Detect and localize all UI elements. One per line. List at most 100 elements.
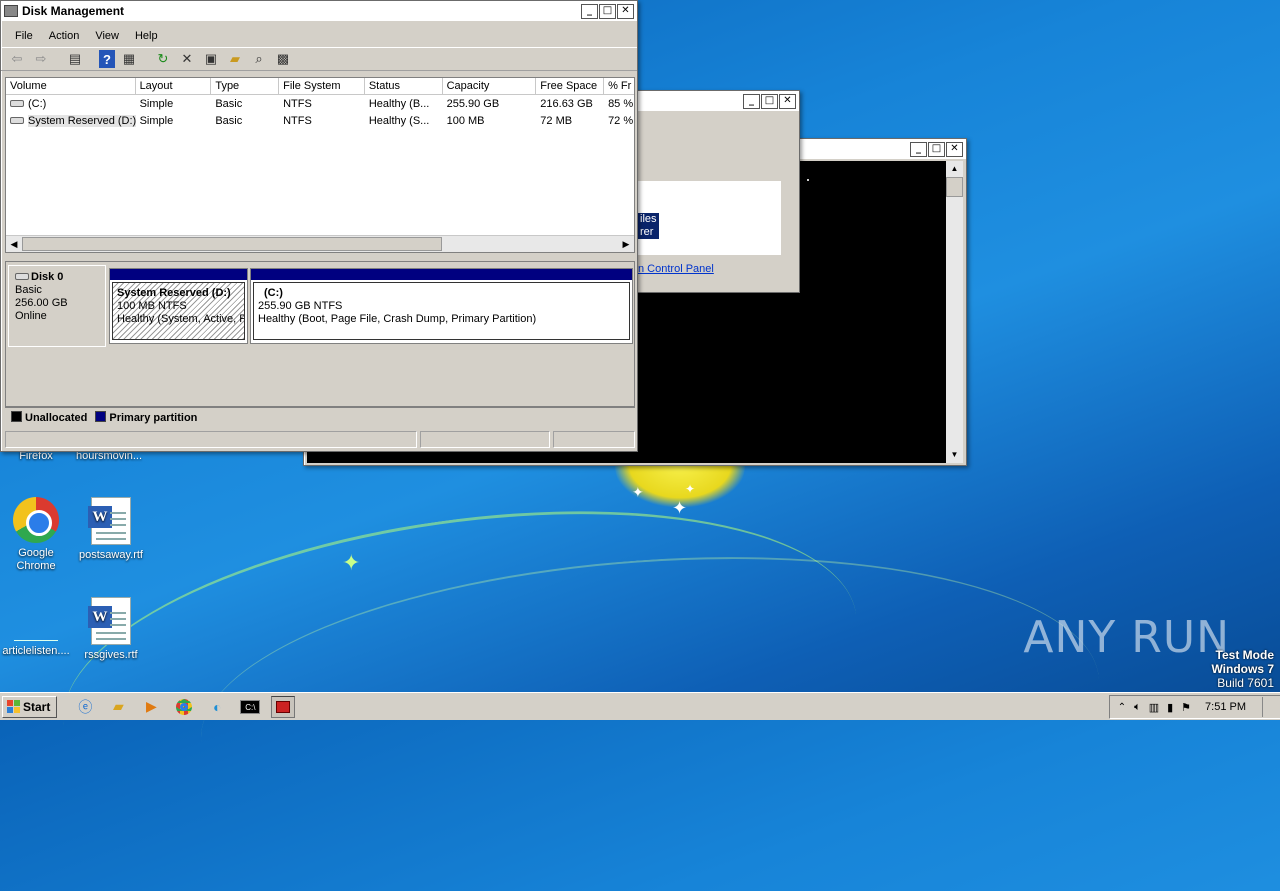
- word-document-icon: W: [88, 597, 131, 645]
- volume-list-header: Volume Layout Type File System Status Ca…: [6, 78, 634, 95]
- settings-icon[interactable]: ▩: [273, 50, 293, 68]
- close-button[interactable]: ✕: [946, 141, 963, 157]
- windows-logo-icon: [7, 700, 20, 713]
- taskbar: Start ⓔ ▰ ▶ ◐ C:\ ⌃ 🔈︎ ▥ ▮ ⚑ 7:51 PM: [0, 692, 1280, 720]
- properties-icon[interactable]: ▦: [119, 50, 139, 68]
- volume-icon[interactable]: 🔈︎: [1134, 701, 1141, 714]
- action-center-flag-icon[interactable]: ⚑: [1181, 701, 1191, 714]
- column-header-volume[interactable]: Volume: [6, 78, 136, 94]
- delete-icon[interactable]: ✕: [177, 50, 197, 68]
- power-icon[interactable]: ▮: [1167, 701, 1173, 714]
- table-row[interactable]: System Reserved (D:) Simple Basic NTFS H…: [6, 112, 634, 129]
- control-panel-link[interactable]: n Control Panel: [638, 263, 714, 275]
- disk-graphical-view[interactable]: Disk 0 Basic 256.00 GB Online System Res…: [5, 261, 635, 407]
- scroll-right-icon[interactable]: ▶: [618, 236, 634, 252]
- legend-unallocated: Unallocated: [11, 411, 87, 424]
- desktop-icon-label: postsaway.rtf: [79, 549, 143, 561]
- show-hide-console-tree-icon[interactable]: ▤: [65, 50, 85, 68]
- file-explorer-icon[interactable]: ▰: [106, 696, 130, 718]
- table-row[interactable]: (C:) Simple Basic NTFS Healthy (B... 255…: [6, 95, 634, 112]
- properties-sheet-icon[interactable]: ▣: [201, 50, 221, 68]
- partition-c[interactable]: (C:) 255.90 GB NTFS Healthy (Boot, Page …: [250, 268, 633, 344]
- disk-type: Basic: [15, 284, 42, 296]
- network-icon[interactable]: ▥: [1149, 701, 1159, 714]
- column-header-status[interactable]: Status: [365, 78, 443, 94]
- free-space-cell: 72 MB: [540, 114, 573, 127]
- disk-management-window[interactable]: Disk Management _ □ ✕ File Action View H…: [0, 0, 638, 452]
- close-button[interactable]: ✕: [779, 93, 796, 109]
- forward-arrow-icon[interactable]: ⇨: [31, 50, 51, 68]
- disk-management-taskbar-button[interactable]: [271, 695, 296, 718]
- unallocated-swatch: [11, 411, 22, 422]
- volume-cell: (C:): [6, 98, 136, 110]
- column-header-capacity[interactable]: Capacity: [443, 78, 537, 94]
- show-hidden-icons-icon[interactable]: ⌃: [1118, 702, 1126, 713]
- console-scrollbar[interactable]: ▲ ▼: [946, 161, 963, 463]
- help-icon[interactable]: ?: [99, 50, 115, 68]
- search-icon[interactable]: ⌕: [249, 50, 269, 68]
- volume-name: (C:): [28, 97, 47, 110]
- chrome-icon: [13, 497, 59, 543]
- back-arrow-icon[interactable]: ⇦: [7, 50, 27, 68]
- minimize-button[interactable]: _: [581, 3, 598, 19]
- menu-help[interactable]: Help: [127, 30, 166, 42]
- column-header-type[interactable]: Type: [211, 78, 280, 94]
- disk-0-label[interactable]: Disk 0 Basic 256.00 GB Online: [8, 265, 106, 347]
- internet-explorer-icon[interactable]: ⓔ: [73, 696, 97, 718]
- media-player-icon[interactable]: ▶: [139, 696, 163, 718]
- test-mode-notice: Test Mode Windows 7 Build 7601: [1211, 648, 1274, 690]
- minimize-button[interactable]: _: [910, 141, 927, 157]
- column-header-percent-free[interactable]: % Fr: [604, 78, 634, 94]
- menu-file[interactable]: File: [7, 30, 41, 42]
- type-cell: Basic: [215, 114, 243, 127]
- primary-swatch: [95, 411, 107, 422]
- volume-list[interactable]: Volume Layout Type File System Status Ca…: [5, 77, 635, 253]
- menu-view[interactable]: View: [87, 30, 127, 42]
- column-header-free-space[interactable]: Free Space: [536, 78, 605, 94]
- desktop-icon-postsaway[interactable]: W postsaway.rtf: [76, 497, 146, 562]
- open-folder-icon[interactable]: ▰: [225, 50, 245, 68]
- clock[interactable]: 7:51 PM: [1205, 701, 1246, 713]
- legend-label: Unallocated: [25, 412, 88, 424]
- partition-bar: [110, 269, 247, 280]
- chrome-icon[interactable]: [172, 696, 196, 718]
- scroll-left-icon[interactable]: ◀: [6, 236, 22, 252]
- status-cell: [553, 431, 635, 448]
- desktop-icon-chrome[interactable]: Google Chrome: [1, 497, 71, 573]
- test-mode-line: Windows 7: [1211, 662, 1274, 676]
- partition-status: Healthy (System, Active, P: [117, 313, 245, 325]
- desktop-icon-articlelisten[interactable]: articlelisten....: [1, 597, 71, 658]
- partition-size: 100 MB NTFS: [117, 300, 187, 312]
- partition-details: (C:) 255.90 GB NTFS Healthy (Boot, Page …: [253, 282, 630, 340]
- horizontal-scrollbar[interactable]: ◀ ▶: [6, 235, 634, 252]
- command-prompt-icon[interactable]: C:\: [238, 696, 262, 718]
- maximize-button[interactable]: □: [761, 93, 778, 109]
- status-bar: [5, 431, 635, 449]
- type-cell: Basic: [215, 97, 243, 110]
- minimize-button[interactable]: _: [743, 93, 760, 109]
- status-cell: Healthy (S...: [368, 114, 430, 127]
- selected-text: iles rer: [638, 213, 659, 239]
- close-button[interactable]: ✕: [617, 3, 634, 19]
- edge-icon[interactable]: ◐: [205, 696, 229, 718]
- title-bar[interactable]: Disk Management _ □ ✕: [1, 1, 637, 21]
- column-header-layout[interactable]: Layout: [136, 78, 212, 94]
- menu-action[interactable]: Action: [41, 30, 88, 42]
- capacity-cell: 100 MB: [446, 114, 485, 127]
- wallpaper-sparkle: ✦: [672, 498, 688, 518]
- test-mode-line: Build 7601: [1217, 676, 1274, 690]
- show-desktop-button[interactable]: [1262, 697, 1272, 717]
- maximize-button[interactable]: □: [928, 141, 945, 157]
- layout-cell: Simple: [139, 97, 174, 110]
- partition-system-reserved[interactable]: System Reserved (D:) 100 MB NTFS Healthy…: [109, 268, 248, 344]
- wallpaper-sparkle: ✦: [685, 482, 696, 496]
- disk-icon: [15, 273, 29, 280]
- scroll-thumb[interactable]: [22, 237, 442, 251]
- file-system-cell: NTFS: [283, 97, 312, 110]
- refresh-icon[interactable]: ↻: [153, 50, 173, 68]
- legend: Unallocated Primary partition: [5, 407, 635, 427]
- desktop-icon-rssgives[interactable]: W rssgives.rtf: [76, 597, 146, 662]
- start-button[interactable]: Start: [2, 695, 58, 718]
- maximize-button[interactable]: □: [599, 3, 616, 19]
- column-header-file-system[interactable]: File System: [279, 78, 365, 94]
